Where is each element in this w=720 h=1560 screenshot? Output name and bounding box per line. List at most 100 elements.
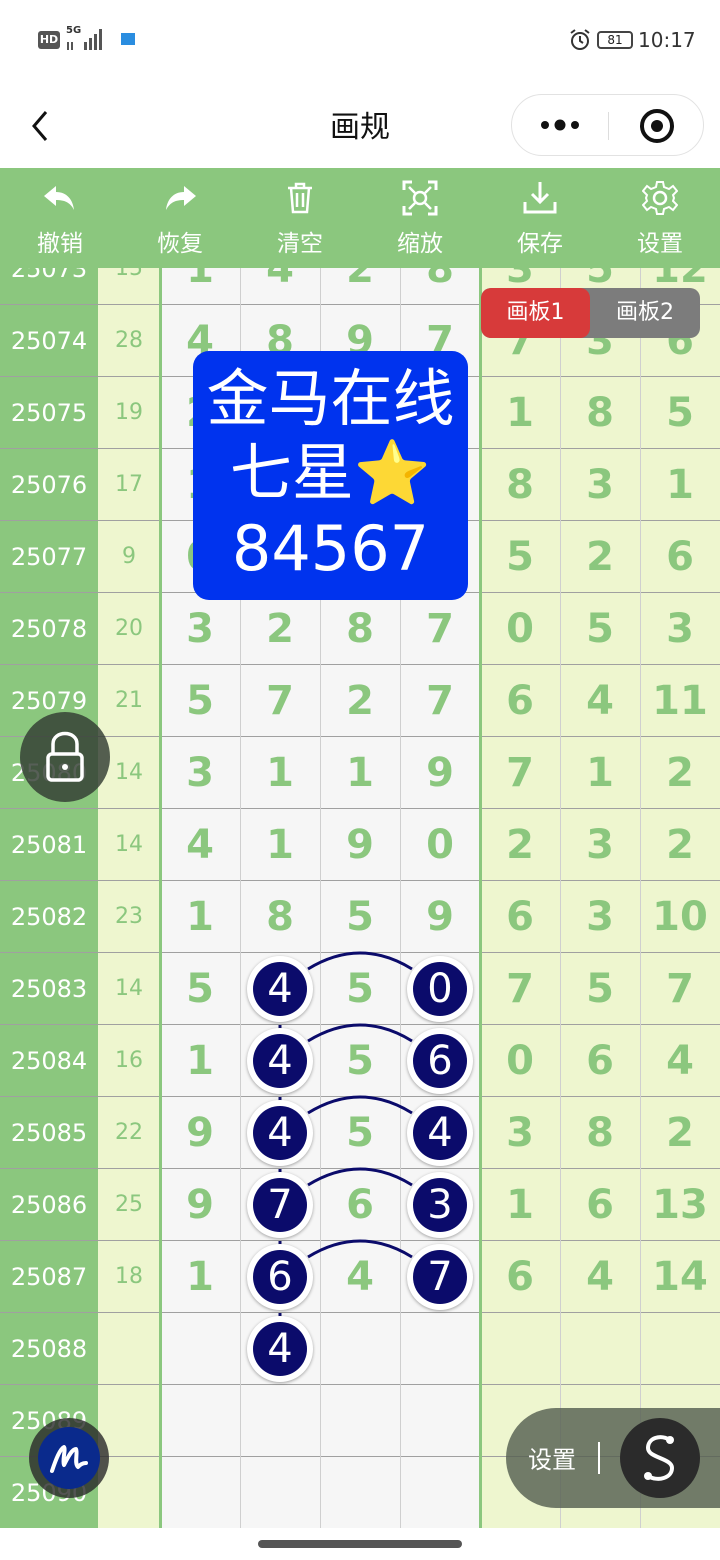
stat-cell[interactable]: 4	[560, 1241, 640, 1313]
digit-cell[interactable]: 4	[240, 268, 320, 305]
stat-cell[interactable]: 1	[640, 449, 720, 521]
stat-cell[interactable]	[640, 1313, 720, 1385]
sum-cell[interactable]: 19	[98, 377, 160, 449]
digit-cell[interactable]: 2	[320, 268, 400, 305]
stat-cell[interactable]: 13	[640, 1169, 720, 1241]
stat-cell[interactable]: 5	[560, 593, 640, 665]
back-icon[interactable]	[26, 106, 56, 146]
digit-cell[interactable]	[160, 1313, 240, 1385]
digit-cell[interactable]: 7	[400, 593, 480, 665]
digit-cell[interactable]	[240, 1313, 320, 1385]
stat-cell[interactable]: 3	[560, 881, 640, 953]
digit-cell[interactable]	[160, 1385, 240, 1457]
digit-cell[interactable]: 1	[240, 737, 320, 809]
issue-cell[interactable]: 25083	[0, 953, 98, 1025]
digit-cell[interactable]: 4	[240, 953, 320, 1025]
s-button[interactable]	[620, 1418, 700, 1498]
issue-cell[interactable]: 25073	[0, 268, 98, 305]
issue-cell[interactable]: 25087	[0, 1241, 98, 1313]
digit-cell[interactable]	[240, 1385, 320, 1457]
digit-cell[interactable]: 2	[320, 665, 400, 737]
digit-cell[interactable]: 0	[400, 953, 480, 1025]
digit-cell[interactable]: 3	[400, 1169, 480, 1241]
stat-cell[interactable]: 6	[480, 1241, 560, 1313]
digit-cell[interactable]: 5	[320, 1097, 400, 1169]
digit-cell[interactable]: 5	[160, 665, 240, 737]
stat-cell[interactable]: 4	[640, 1025, 720, 1097]
save-button[interactable]: 保存	[480, 168, 600, 268]
digit-cell[interactable]	[320, 1313, 400, 1385]
stat-cell[interactable]: 10	[640, 881, 720, 953]
sum-cell[interactable]: 28	[98, 305, 160, 377]
digit-cell[interactable]: 1	[160, 268, 240, 305]
digit-cell[interactable]: 8	[400, 268, 480, 305]
lock-button[interactable]	[20, 712, 110, 802]
digit-cell[interactable]: 3	[160, 737, 240, 809]
stat-cell[interactable]: 8	[560, 1097, 640, 1169]
stat-cell[interactable]: 7	[640, 953, 720, 1025]
stat-cell[interactable]: 6	[640, 521, 720, 593]
settings-button[interactable]: 设置	[600, 168, 720, 268]
digit-cell[interactable]: 1	[320, 737, 400, 809]
more-icon[interactable]	[539, 113, 583, 137]
sum-cell[interactable]: 25	[98, 1169, 160, 1241]
digit-cell[interactable]: 0	[400, 809, 480, 881]
close-miniprogram-icon[interactable]	[638, 107, 676, 145]
sum-cell[interactable]: 14	[98, 809, 160, 881]
stat-cell[interactable]: 14	[640, 1241, 720, 1313]
digit-cell[interactable]	[400, 1385, 480, 1457]
stat-cell[interactable]: 7	[480, 953, 560, 1025]
digit-cell[interactable]: 8	[320, 593, 400, 665]
digit-cell[interactable]: 5	[320, 953, 400, 1025]
sum-cell[interactable]: 23	[98, 881, 160, 953]
digit-cell[interactable]	[160, 1457, 240, 1528]
stat-cell[interactable]: 4	[560, 665, 640, 737]
stat-cell[interactable]: 6	[480, 881, 560, 953]
sum-cell[interactable]: 16	[98, 1025, 160, 1097]
stat-cell[interactable]: 2	[640, 1097, 720, 1169]
digit-cell[interactable]: 3	[160, 593, 240, 665]
stat-cell[interactable]	[480, 1313, 560, 1385]
issue-cell[interactable]: 25077	[0, 521, 98, 593]
issue-cell[interactable]: 25088	[0, 1313, 98, 1385]
sum-cell[interactable]	[98, 1313, 160, 1385]
digit-cell[interactable]: 9	[160, 1097, 240, 1169]
digit-cell[interactable]: 7	[400, 1241, 480, 1313]
digit-cell[interactable]: 1	[160, 1025, 240, 1097]
stat-cell[interactable]: 3	[560, 449, 640, 521]
digit-cell[interactable]: 5	[320, 881, 400, 953]
clear-button[interactable]: 清空	[240, 168, 360, 268]
sum-cell[interactable]: 17	[98, 449, 160, 521]
digit-cell[interactable]: 6	[320, 1169, 400, 1241]
tab-board-2[interactable]: 画板2	[590, 288, 700, 338]
stat-cell[interactable]: 6	[560, 1025, 640, 1097]
digit-cell[interactable]: 8	[240, 881, 320, 953]
sum-cell[interactable]: 9	[98, 521, 160, 593]
sum-cell[interactable]: 18	[98, 1241, 160, 1313]
home-indicator[interactable]	[258, 1540, 462, 1548]
stat-cell[interactable]: 7	[480, 737, 560, 809]
stat-cell[interactable]	[560, 1313, 640, 1385]
digit-cell[interactable]	[400, 1457, 480, 1528]
stat-cell[interactable]: 3	[640, 593, 720, 665]
issue-cell[interactable]: 25082	[0, 881, 98, 953]
issue-cell[interactable]: 25078	[0, 593, 98, 665]
stat-cell[interactable]: 2	[640, 809, 720, 881]
digit-cell[interactable]: 7	[240, 1169, 320, 1241]
stat-cell[interactable]: 2	[480, 809, 560, 881]
issue-cell[interactable]: 25086	[0, 1169, 98, 1241]
digit-cell[interactable]: 9	[160, 1169, 240, 1241]
digit-cell[interactable]: 1	[160, 1241, 240, 1313]
stat-cell[interactable]: 5	[480, 521, 560, 593]
digit-cell[interactable]	[240, 1457, 320, 1528]
stat-cell[interactable]: 8	[560, 377, 640, 449]
digit-cell[interactable]: 5	[320, 1025, 400, 1097]
stat-cell[interactable]: 3	[560, 809, 640, 881]
digit-cell[interactable]: 4	[400, 1097, 480, 1169]
stat-cell[interactable]: 2	[560, 521, 640, 593]
undo-button[interactable]: 撤销	[0, 168, 120, 268]
stat-cell[interactable]: 0	[480, 1025, 560, 1097]
digit-cell[interactable]: 9	[400, 881, 480, 953]
floating-settings-label[interactable]: 设置	[528, 1440, 576, 1475]
digit-cell[interactable]: 4	[240, 1097, 320, 1169]
